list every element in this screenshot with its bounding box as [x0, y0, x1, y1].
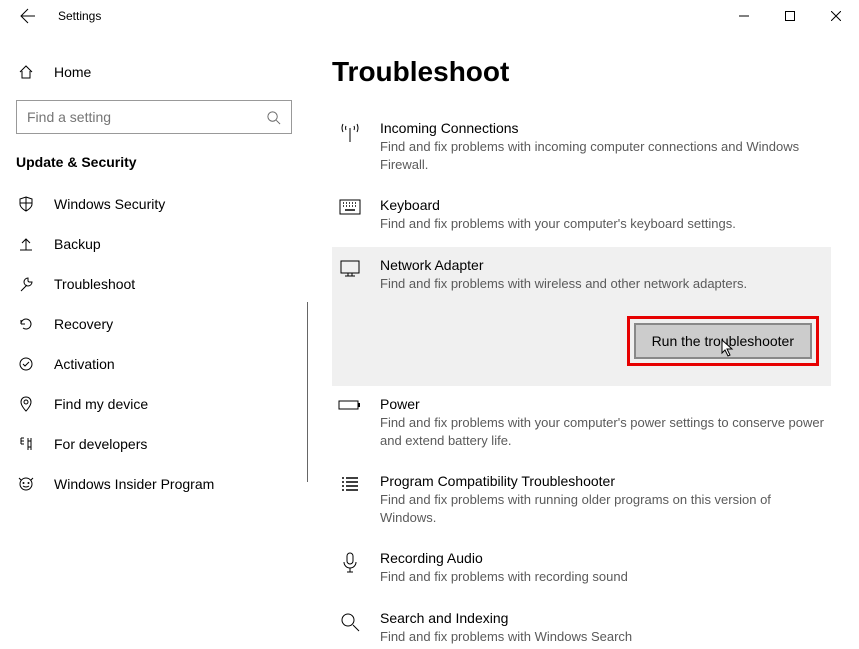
back-button[interactable]	[16, 4, 40, 28]
developers-icon	[16, 436, 36, 452]
wrench-icon	[16, 276, 36, 292]
check-circle-icon	[16, 356, 36, 372]
close-button[interactable]	[813, 0, 859, 32]
recovery-icon	[16, 316, 36, 332]
highlight-frame: Run the troubleshooter	[627, 316, 819, 366]
search-input[interactable]	[27, 109, 266, 125]
sidebar-item-label: Find my device	[54, 396, 148, 412]
troubleshooter-recording-audio[interactable]: Recording Audio Find and fix problems wi…	[332, 540, 831, 600]
minimize-button[interactable]	[721, 0, 767, 32]
troubleshooter-name: Recording Audio	[380, 550, 825, 566]
arrow-left-icon	[20, 8, 36, 24]
troubleshooter-desc: Find and fix problems with Windows Searc…	[380, 628, 825, 646]
sidebar-item-label: Windows Insider Program	[54, 476, 214, 492]
maximize-icon	[785, 11, 795, 21]
run-troubleshooter-button[interactable]: Run the troubleshooter	[634, 323, 812, 359]
troubleshooter-name: Power	[380, 396, 825, 412]
troubleshooter-desc: Find and fix problems with running older…	[380, 491, 825, 526]
troubleshooter-incoming-connections[interactable]: Incoming Connections Find and fix proble…	[332, 110, 831, 187]
close-icon	[831, 11, 841, 21]
troubleshooter-name: Program Compatibility Troubleshooter	[380, 473, 825, 489]
window-title: Settings	[58, 9, 101, 23]
sidebar-item-windows-security[interactable]: Windows Security	[8, 184, 300, 224]
troubleshooter-program-compat[interactable]: Program Compatibility Troubleshooter Fin…	[332, 463, 831, 540]
sidebar-item-recovery[interactable]: Recovery	[8, 304, 300, 344]
troubleshooter-name: Incoming Connections	[380, 120, 825, 136]
troubleshooter-search-indexing[interactable]: Search and Indexing Find and fix problem…	[332, 600, 831, 649]
troubleshooter-keyboard[interactable]: Keyboard Find and fix problems with your…	[332, 187, 831, 247]
troubleshooter-name: Network Adapter	[380, 257, 825, 273]
sidebar-item-label: Recovery	[54, 316, 113, 332]
sidebar-item-label: Windows Security	[54, 196, 165, 212]
antenna-icon	[338, 120, 362, 173]
run-button-label: Run the troubleshooter	[652, 333, 794, 349]
sidebar-item-for-developers[interactable]: For developers	[8, 424, 300, 464]
troubleshooter-desc: Find and fix problems with recording sou…	[380, 568, 825, 586]
keyboard-icon	[338, 197, 362, 233]
sidebar-item-activation[interactable]: Activation	[8, 344, 300, 384]
troubleshooter-name: Search and Indexing	[380, 610, 825, 626]
troubleshooter-network-adapter[interactable]: Network Adapter Find and fix problems wi…	[332, 247, 831, 387]
shield-icon	[16, 196, 36, 212]
sidebar-section-header: Update & Security	[8, 154, 300, 184]
sidebar-home-label: Home	[54, 64, 91, 80]
search-input-container[interactable]	[16, 100, 292, 134]
window-controls	[721, 0, 859, 32]
troubleshooter-desc: Find and fix problems with your computer…	[380, 215, 825, 233]
content: Troubleshoot Incoming Connections Find a…	[308, 32, 859, 649]
troubleshooter-list: Incoming Connections Find and fix proble…	[332, 110, 831, 649]
troubleshooter-name: Keyboard	[380, 197, 825, 213]
sidebar: Home Update & Security Windows Security …	[0, 32, 308, 649]
insider-icon	[16, 476, 36, 492]
minimize-icon	[739, 11, 749, 21]
search-icon	[338, 610, 362, 646]
troubleshooter-power[interactable]: Power Find and fix problems with your co…	[332, 386, 831, 463]
sidebar-item-find-my-device[interactable]: Find my device	[8, 384, 300, 424]
sidebar-item-label: Backup	[54, 236, 101, 252]
troubleshooter-desc: Find and fix problems with wireless and …	[380, 275, 825, 293]
sidebar-item-label: Troubleshoot	[54, 276, 135, 292]
backup-icon	[16, 236, 36, 252]
monitor-icon	[338, 257, 362, 367]
troubleshooter-desc: Find and fix problems with your computer…	[380, 414, 825, 449]
troubleshooter-desc: Find and fix problems with incoming comp…	[380, 138, 825, 173]
battery-icon	[338, 396, 362, 449]
home-icon	[16, 64, 36, 80]
sidebar-item-label: Activation	[54, 356, 115, 372]
sidebar-item-troubleshoot[interactable]: Troubleshoot	[8, 264, 300, 304]
page-title: Troubleshoot	[332, 56, 831, 88]
titlebar: Settings	[0, 0, 859, 32]
maximize-button[interactable]	[767, 0, 813, 32]
sidebar-home[interactable]: Home	[8, 56, 300, 88]
sidebar-item-windows-insider[interactable]: Windows Insider Program	[8, 464, 300, 504]
search-icon	[266, 110, 281, 125]
sidebar-item-label: For developers	[54, 436, 147, 452]
list-icon	[338, 473, 362, 526]
microphone-icon	[338, 550, 362, 586]
location-icon	[16, 396, 36, 412]
sidebar-item-backup[interactable]: Backup	[8, 224, 300, 264]
